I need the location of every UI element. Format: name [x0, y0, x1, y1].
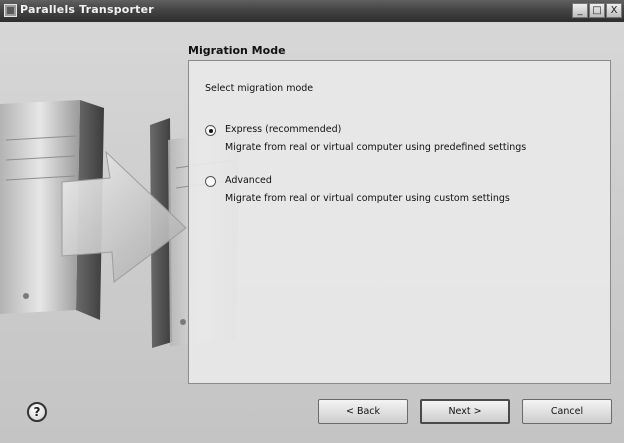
window-title: Parallels Transporter — [20, 3, 154, 16]
advanced-description: Migrate from real or virtual computer us… — [225, 193, 510, 204]
cancel-button[interactable]: Cancel — [522, 399, 612, 424]
maximize-button[interactable]: □ — [589, 3, 605, 18]
next-button[interactable]: Next > — [420, 399, 510, 424]
minimize-button[interactable]: _ — [572, 3, 588, 18]
back-button[interactable]: < Back — [318, 399, 408, 424]
section-title: Migration Mode — [188, 44, 286, 57]
wizard-window: Parallels Transporter _ □ X Migration Mo… — [0, 0, 624, 443]
express-description: Migrate from real or virtual computer us… — [225, 142, 527, 153]
express-radio[interactable] — [205, 125, 216, 136]
advanced-radio[interactable] — [205, 176, 216, 187]
help-icon[interactable]: ? — [27, 402, 47, 422]
migration-mode-prompt: Select migration mode — [205, 83, 314, 94]
title-bar[interactable]: Parallels Transporter _ □ X — [0, 0, 624, 22]
app-icon — [4, 4, 17, 17]
window-controls: _ □ X — [572, 3, 622, 18]
advanced-label[interactable]: Advanced — [225, 175, 272, 186]
express-label[interactable]: Express (recommended) — [225, 124, 341, 135]
close-button[interactable]: X — [606, 3, 622, 18]
options-panel: Select migration mode Express (recommend… — [188, 60, 611, 384]
